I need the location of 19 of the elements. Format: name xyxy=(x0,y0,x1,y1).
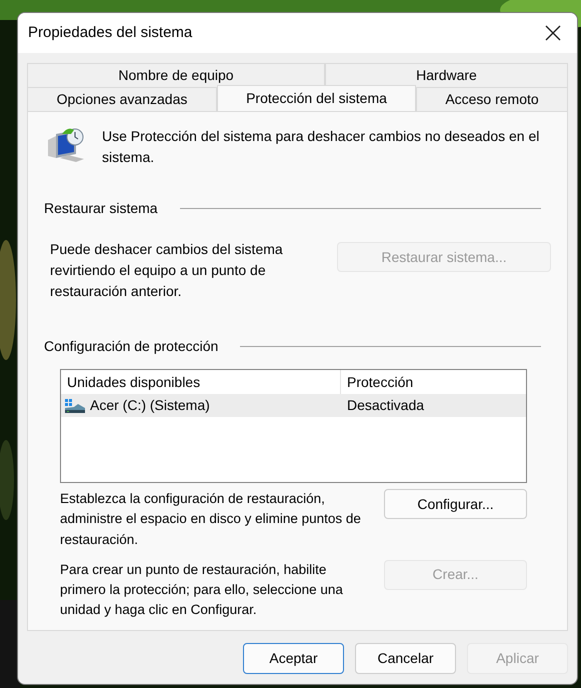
action-button[interactable]: Configurar... xyxy=(384,489,527,519)
tab[interactable]: Acceso remoto xyxy=(416,87,568,111)
protection-status: Desactivada xyxy=(347,397,424,413)
tab[interactable]: Hardware xyxy=(325,63,568,87)
tab[interactable]: Nombre de equipo xyxy=(27,63,325,87)
restore-text: Puede deshacer cambios del sistema revirtiendo el equipo a un punto de restauración anterior. xyxy=(50,240,284,301)
tab[interactable]: Protección del sistema xyxy=(217,85,416,111)
column-header: Unidades disponibles xyxy=(66,372,202,392)
tab[interactable]: Opciones avanzadas xyxy=(27,87,217,111)
description-text: Use Protección del sistema para deshacer cambios no deseados en el sistema. xyxy=(102,127,540,167)
dialog-button[interactable]: Cancelar xyxy=(355,643,456,674)
dialog-button[interactable]: Aceptar xyxy=(243,643,344,674)
section-heading: Configuración de protección xyxy=(44,337,218,356)
drive-name: Acer (C:) (Sistema) xyxy=(90,396,210,415)
window-title: Propiedades del sistema xyxy=(28,22,192,43)
section-heading: Restaurar sistema xyxy=(44,199,158,218)
action-text: Establezca la configuración de restauración, administre el espacio en disco y elimine puntos de restauración. xyxy=(60,490,362,548)
list-row[interactable]: Acer (C:) (Sistema) Desactivada xyxy=(61,394,526,417)
action-text: Para crear un punto de restauración, habilite primero la protección; para ello, seleccione una unidad y haga clic en Configurar. xyxy=(60,560,344,620)
